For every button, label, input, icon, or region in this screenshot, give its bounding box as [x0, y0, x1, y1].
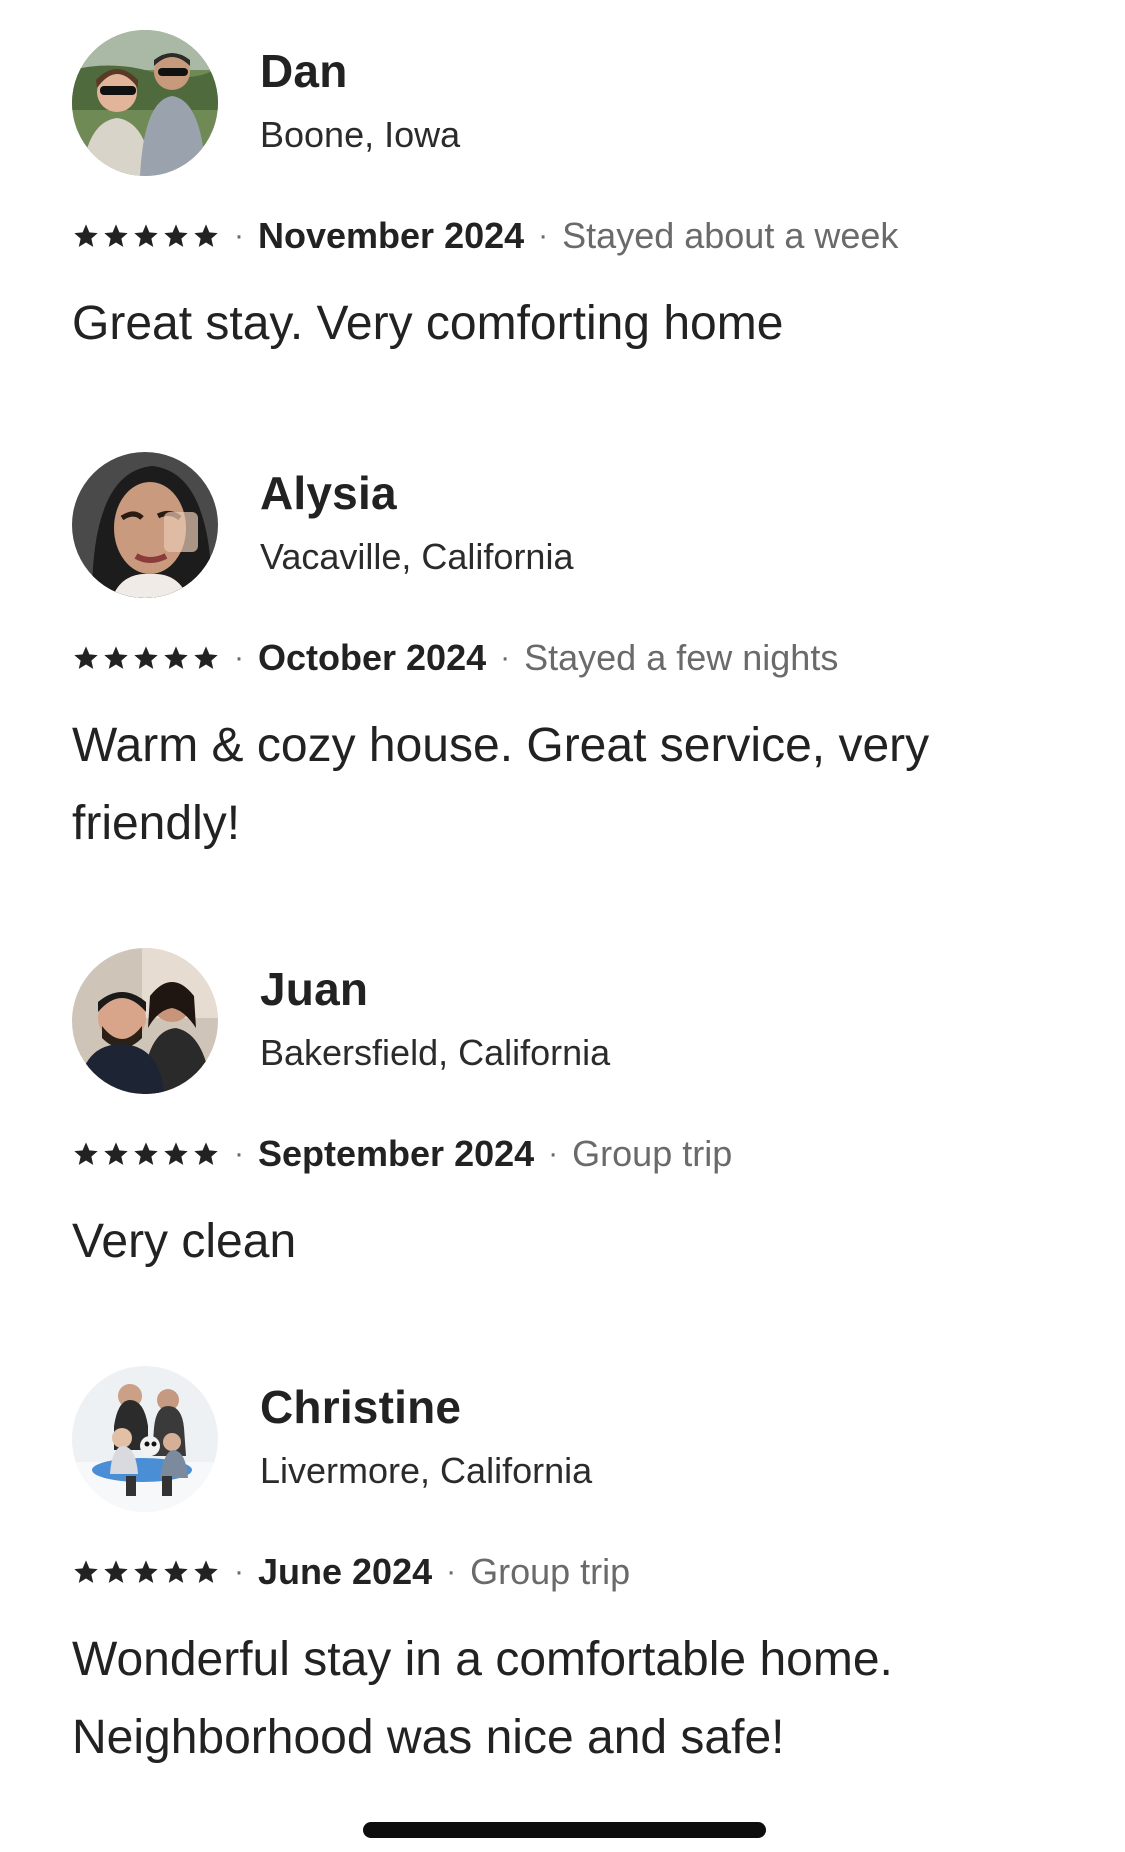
separator-dot: ·	[446, 1555, 457, 1588]
review-header: Alysia Vacaville, California	[72, 452, 1072, 598]
separator-dot: ·	[234, 641, 244, 674]
review-date: October 2024	[258, 637, 487, 678]
review-meta: · October 2024 · Stayed a few nights	[72, 634, 838, 682]
photo-selfie-icon	[72, 452, 218, 598]
star-rating	[72, 644, 220, 672]
review-date: June 2024	[258, 1551, 433, 1592]
star-icon	[164, 646, 188, 669]
star-icon	[134, 224, 158, 247]
review-header: Juan Bakersfield, California	[72, 948, 1072, 1094]
avatar[interactable]	[72, 948, 218, 1094]
separator-dot: ·	[500, 641, 511, 674]
star-icon	[164, 1560, 188, 1583]
star-icon	[194, 1560, 218, 1583]
star-icon	[74, 1142, 98, 1165]
stay-length: Stayed about a week	[562, 215, 899, 256]
photo-family-snow-icon	[72, 1366, 218, 1512]
reviewer-name: Juan	[260, 963, 369, 1015]
review-text: Very clean	[72, 1215, 297, 1268]
reviewer-location: Bakersfield, California	[260, 1032, 611, 1073]
review-header: Christine Livermore, California	[72, 1366, 1072, 1512]
review-text: Warm & cozy house. Great service, very f…	[72, 719, 930, 850]
star-icon	[104, 224, 128, 247]
star-icon	[104, 646, 128, 669]
reviewer-location: Livermore, California	[260, 1450, 593, 1491]
avatar[interactable]	[72, 452, 218, 598]
star-icon	[194, 224, 218, 247]
avatar[interactable]	[72, 30, 218, 176]
separator-dot: ·	[234, 219, 244, 252]
star-icon	[74, 224, 98, 247]
stay-length: Group trip	[470, 1551, 631, 1592]
review-card: Dan Boone, Iowa · November 2024 · Stayed…	[72, 30, 1072, 350]
avatar[interactable]	[72, 1366, 218, 1512]
star-icon	[74, 1560, 98, 1583]
review-meta: · November 2024 · Stayed about a week	[72, 212, 898, 260]
star-icon	[134, 1142, 158, 1165]
review-header: Dan Boone, Iowa	[72, 30, 1072, 176]
star-rating	[72, 222, 220, 250]
review-text: Wonderful stay in a comfortable home. Ne…	[72, 1633, 893, 1764]
star-icon	[74, 646, 98, 669]
review-card: Christine Livermore, California · June 2…	[72, 1366, 1072, 1764]
reviewer-name: Christine	[260, 1381, 462, 1433]
review-date: November 2024	[258, 215, 525, 256]
review-text: Great stay. Very comforting home	[72, 297, 784, 350]
star-icon	[134, 646, 158, 669]
star-icon	[194, 646, 218, 669]
star-icon	[194, 1142, 218, 1165]
star-icon	[164, 224, 188, 247]
separator-dot: ·	[234, 1137, 244, 1170]
star-icon	[134, 1560, 158, 1583]
reviewer-location: Vacaville, California	[260, 536, 574, 577]
photo-couple-outdoors-icon	[72, 30, 218, 176]
reviewer-location: Boone, Iowa	[260, 114, 461, 155]
separator-dot: ·	[548, 1137, 559, 1170]
review-date: September 2024	[258, 1133, 535, 1174]
home-indicator[interactable]	[363, 1822, 766, 1838]
review-meta: · June 2024 · Group trip	[72, 1548, 630, 1596]
separator-dot: ·	[538, 219, 549, 252]
review-meta: · September 2024 · Group trip	[72, 1130, 732, 1178]
star-icon	[104, 1560, 128, 1583]
separator-dot: ·	[234, 1555, 244, 1588]
star-icon	[164, 1142, 188, 1165]
star-icon	[104, 1142, 128, 1165]
photo-couple-icon	[72, 948, 218, 1094]
reviewer-name: Alysia	[260, 467, 397, 519]
stay-length: Group trip	[572, 1133, 733, 1174]
star-rating	[72, 1558, 220, 1586]
stay-length: Stayed a few nights	[524, 637, 839, 678]
review-card: Alysia Vacaville, California · October 2…	[72, 452, 1072, 850]
reviewer-name: Dan	[260, 45, 348, 97]
review-card: Juan Bakersfield, California · September…	[72, 948, 1072, 1268]
star-rating	[72, 1140, 220, 1168]
